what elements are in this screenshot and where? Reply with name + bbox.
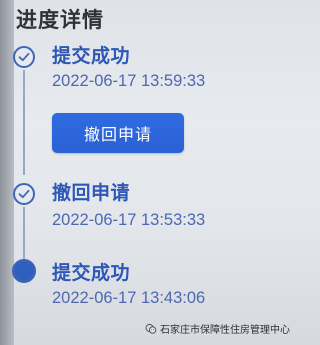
- left-edge-strip: [0, 0, 14, 345]
- source-label: 石家庄市保障性住房管理中心: [160, 325, 290, 336]
- page-title: 进度详情: [16, 8, 104, 32]
- check-icon: [13, 46, 35, 68]
- active-dot-icon: [12, 259, 36, 283]
- timeline-time: 2022-06-17 13:59:33: [52, 72, 206, 90]
- timeline-status: 提交成功: [52, 45, 131, 67]
- timeline-time: 2022-06-17 13:43:06: [52, 289, 206, 307]
- timeline-connector: [23, 70, 25, 175]
- source-tag: 石家庄市保障性住房管理中心: [145, 321, 290, 336]
- wechat-icon: [145, 323, 157, 334]
- check-icon: [13, 183, 35, 205]
- timeline-time: 2022-06-17 13:53:33: [52, 211, 206, 229]
- withdraw-button[interactable]: 撤回申请: [52, 113, 184, 153]
- timeline-status: 提交成功: [52, 262, 131, 284]
- timeline-status: 撤回申请: [52, 182, 131, 204]
- timeline-connector: [23, 207, 25, 259]
